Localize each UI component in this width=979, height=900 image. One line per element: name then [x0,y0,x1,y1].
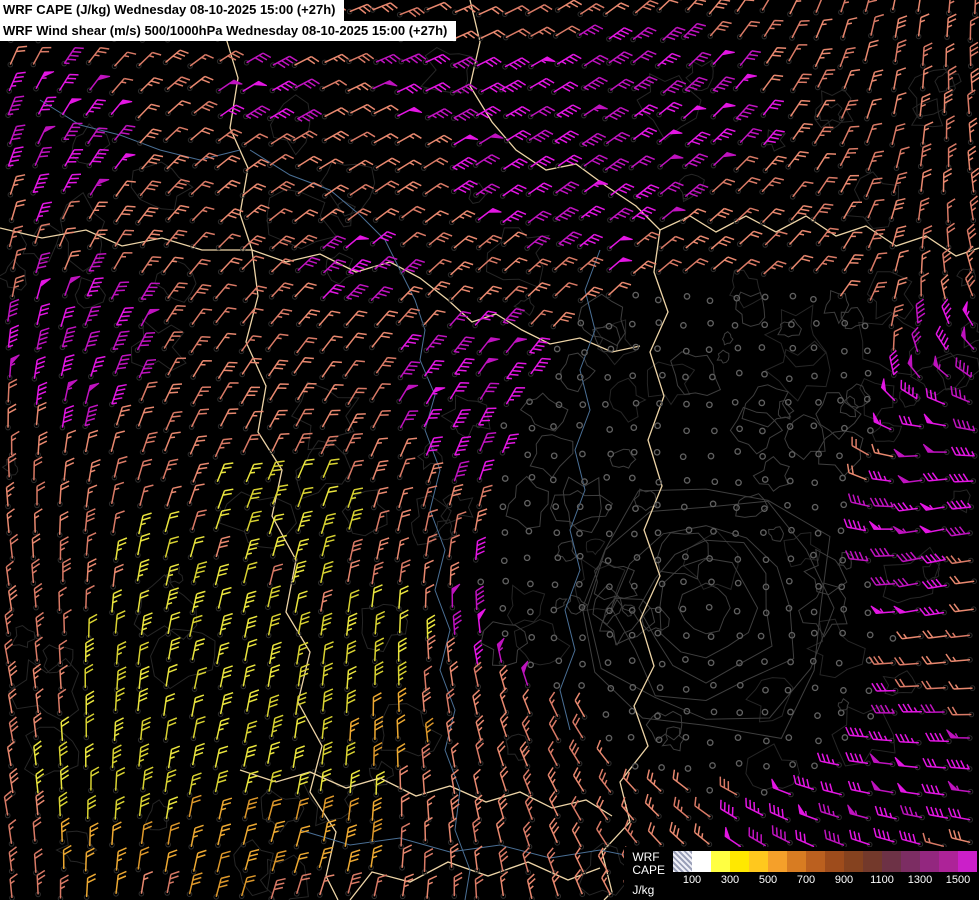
legend-title-block: WRF CAPE J/kg [632,851,665,897]
title-cape: WRF CAPE (J/kg) Wednesday 08-10-2025 15:… [0,0,344,21]
legend-variable-label: CAPE [632,864,665,877]
legend-tick-row: 100 300 500 700 900 1100 1300 1500 [673,872,977,887]
legend-swatch [711,851,730,872]
legend-tick-label: 500 [759,874,777,886]
legend-color-scale: 100 300 500 700 900 1100 1300 1500 [673,851,977,887]
legend-tick-label: 700 [797,874,815,886]
legend-units-label: J/kg [632,884,665,897]
legend-swatch [825,851,844,872]
legend-swatch [901,851,920,872]
legend-tick-label: 1300 [908,874,932,886]
legend-swatch [787,851,806,872]
legend-swatch [730,851,749,872]
legend-swatch [749,851,768,872]
legend-swatch [920,851,939,872]
wind-barb-map [0,0,979,900]
legend-tick-label: 900 [835,874,853,886]
legend-tick-label: 1100 [870,874,894,886]
legend-swatch [939,851,958,872]
weather-map-stage: WRF CAPE (J/kg) Wednesday 08-10-2025 15:… [0,0,979,900]
legend-swatch [673,851,692,872]
legend-swatch [863,851,882,872]
legend-swatch [692,851,711,872]
legend-tick-label: 1500 [946,874,970,886]
legend-swatch [882,851,901,872]
legend-swatch-row [673,851,977,872]
cape-legend: WRF CAPE J/kg 100 300 500 700 900 1100 1300 150… [624,847,979,900]
legend-tick-label: 100 [683,874,701,886]
legend-swatch [958,851,977,872]
legend-swatch [768,851,787,872]
title-wind-shear: WRF Wind shear (m/s) 500/1000hPa Wednesd… [0,21,456,42]
legend-tick-label: 300 [721,874,739,886]
legend-swatch [844,851,863,872]
title-bar: WRF CAPE (J/kg) Wednesday 08-10-2025 15:… [0,0,456,41]
legend-swatch [806,851,825,872]
